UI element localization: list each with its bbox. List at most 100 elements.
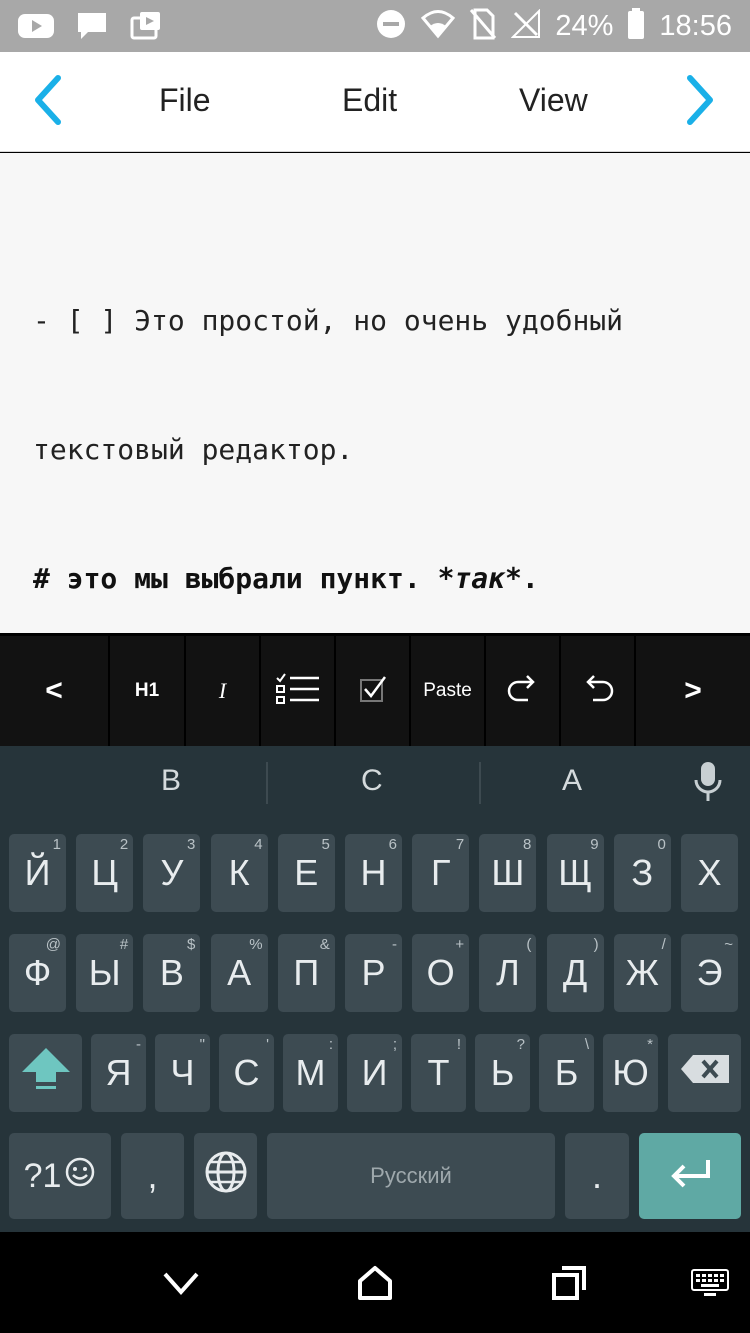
toolbar-next-button[interactable]: > (636, 636, 750, 746)
key[interactable]: М: (283, 1034, 338, 1112)
key[interactable]: Ь? (475, 1034, 530, 1112)
key[interactable]: Ы # (76, 934, 134, 1012)
checkbox-button[interactable] (336, 636, 411, 746)
message-icon (76, 10, 108, 46)
suggestion-2[interactable]: С (361, 764, 383, 798)
editor-content[interactable]: - [ ] Это простой, но очень удобный текс… (33, 213, 723, 686)
key-label: Х (697, 852, 722, 893)
menu-next-button[interactable] (672, 74, 728, 130)
suggestion-1[interactable]: В (161, 764, 181, 798)
key-hint: 6 (388, 836, 397, 853)
key-label: Ы (88, 952, 121, 993)
key-hint: - (136, 1036, 141, 1053)
key[interactable]: Г7 (412, 834, 470, 912)
key[interactable]: О + (412, 934, 470, 1012)
comma-key[interactable]: , (121, 1133, 184, 1219)
key[interactable]: Щ9 (546, 834, 604, 912)
space-key[interactable]: Русский (267, 1133, 555, 1219)
back-button[interactable] (156, 1262, 206, 1308)
key-hint: 1 (52, 836, 61, 853)
undo-button[interactable] (561, 636, 636, 746)
key[interactable]: Л( (479, 934, 537, 1012)
chevron-right-icon (682, 74, 718, 130)
key-label: Ь (490, 1052, 515, 1093)
key[interactable]: Ф @ (9, 934, 66, 1012)
key[interactable]: К4 (210, 834, 268, 912)
menu-edit[interactable]: Edit (342, 82, 397, 119)
period-key[interactable]: . (565, 1133, 629, 1219)
shift-key[interactable] (9, 1034, 82, 1112)
navigation-bar (0, 1232, 750, 1333)
text-editor[interactable]: - [ ] Это простой, но очень удобный текс… (0, 153, 750, 633)
key[interactable]: З0 (613, 834, 671, 912)
key[interactable]: П & (277, 934, 335, 1012)
key[interactable]: У3 (143, 834, 201, 912)
menu-file[interactable]: File (159, 82, 211, 119)
key[interactable]: Ж / (613, 934, 671, 1012)
backspace-key[interactable] (668, 1034, 741, 1112)
share-icon (130, 10, 162, 46)
checklist-button[interactable] (261, 636, 336, 746)
key-hint: ( (526, 936, 532, 953)
key[interactable]: Й1 (9, 834, 66, 912)
key-hint: & (319, 936, 330, 953)
editor-line-3: # это мы выбрали пункт. *так*. (33, 557, 723, 600)
key[interactable]: Ч " (155, 1034, 210, 1112)
keyboard-icon (690, 1268, 730, 1302)
key-hint: 8 (523, 836, 532, 853)
key[interactable]: Т! (411, 1034, 466, 1112)
enter-icon (668, 1155, 712, 1197)
suggestion-3[interactable]: А (562, 764, 582, 798)
no-signal-icon (510, 8, 541, 43)
key[interactable]: Р- (345, 934, 402, 1012)
paste-button[interactable]: Paste (411, 636, 486, 746)
key[interactable]: Е5 (277, 834, 335, 912)
key-label: Ш (491, 852, 525, 893)
comma-label: , (147, 1155, 158, 1196)
key[interactable]: И; (347, 1034, 402, 1112)
key[interactable]: Ш8 (479, 834, 537, 912)
key-hint: 5 (321, 836, 330, 853)
battery-percent: 24% (555, 9, 614, 42)
key-label: Р (361, 952, 386, 993)
key-hint: ' (266, 1036, 269, 1053)
key-hint: ~ (724, 936, 733, 953)
home-button[interactable] (350, 1262, 400, 1308)
shift-icon (20, 1046, 72, 1101)
italic-button[interactable]: I (186, 636, 261, 746)
language-key[interactable] (194, 1133, 257, 1219)
emoji-icon (64, 1155, 96, 1197)
microphone-icon[interactable] (692, 760, 724, 808)
backspace-icon (679, 1052, 731, 1094)
key[interactable]: Д) (546, 934, 604, 1012)
home-icon (357, 1265, 393, 1305)
recents-button[interactable] (544, 1262, 594, 1308)
key-label: Т (427, 1052, 450, 1093)
key[interactable]: Ю * (603, 1034, 658, 1112)
enter-key[interactable] (639, 1133, 741, 1219)
key-label: Щ (558, 852, 592, 893)
heading-button[interactable]: H1 (110, 636, 186, 746)
key[interactable]: Э ~ (681, 934, 738, 1012)
key[interactable]: Б \ (539, 1034, 594, 1112)
checklist-icon (275, 673, 320, 709)
symbols-key[interactable]: ?1 (9, 1133, 111, 1219)
key[interactable]: А% (210, 934, 268, 1012)
key[interactable]: С ' (219, 1034, 274, 1112)
key[interactable]: Я- (91, 1034, 146, 1112)
key-label: Б (554, 1052, 579, 1093)
key[interactable]: Н6 (345, 834, 402, 912)
menu-view[interactable]: View (519, 82, 588, 119)
checkbox-icon (358, 674, 388, 708)
key-label: И (361, 1052, 388, 1093)
menu-bar: File Edit View (0, 52, 750, 152)
keyboard-switch-button[interactable] (685, 1262, 735, 1308)
key-label: О (426, 952, 455, 993)
key[interactable]: В $ (143, 934, 201, 1012)
key[interactable]: Ц2 (76, 834, 134, 912)
menu-prev-button[interactable] (20, 74, 76, 130)
redo-icon (506, 674, 540, 708)
key[interactable]: Х (681, 834, 738, 912)
toolbar-prev-button[interactable]: < (0, 636, 110, 746)
redo-button[interactable] (486, 636, 561, 746)
